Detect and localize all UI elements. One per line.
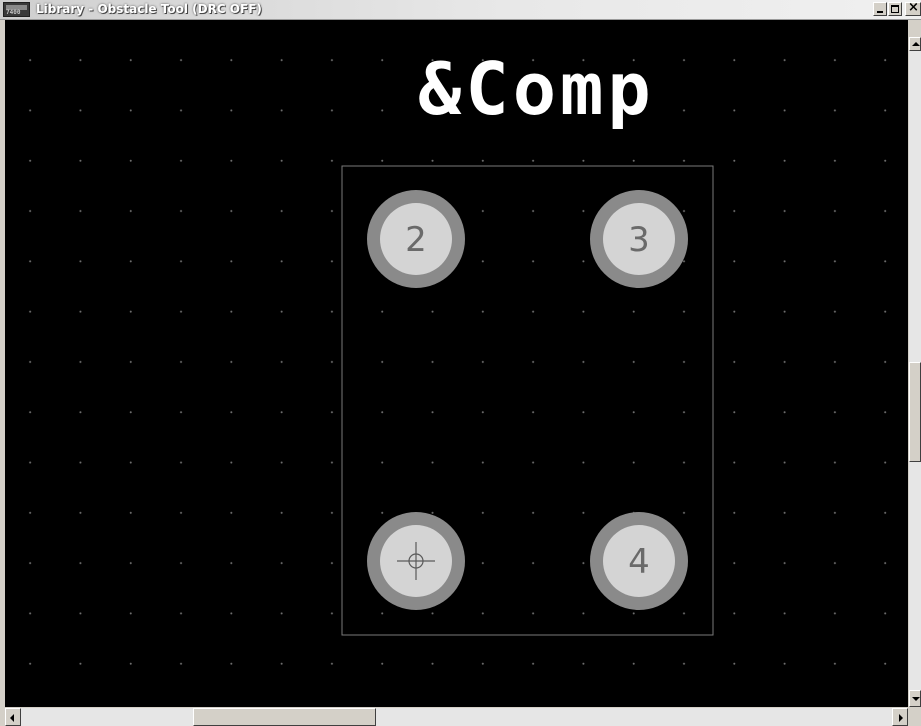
scroll-left-button[interactable] <box>5 708 21 726</box>
title-bar[interactable]: 7400 Library - Obstacle Tool (DRC OFF) × <box>0 0 921 20</box>
arrow-down-icon <box>912 697 920 701</box>
vertical-scroll-thumb[interactable] <box>909 362 921 462</box>
footprint-drawing: &Comp 2 3 4 <box>341 47 714 636</box>
scroll-right-button[interactable] <box>892 708 908 726</box>
pad-4[interactable]: 4 <box>590 512 688 610</box>
pad-2[interactable]: 2 <box>367 190 465 288</box>
layout-canvas[interactable]: &Comp 2 3 4 <box>5 20 908 707</box>
horizontal-scrollbar[interactable] <box>5 708 908 726</box>
scrollbar-corner <box>908 707 921 726</box>
horizontal-scroll-thumb[interactable] <box>193 708 376 726</box>
pad-1[interactable] <box>367 512 465 610</box>
ref-designator-text: &Comp <box>418 47 655 131</box>
scroll-down-button[interactable] <box>909 690 921 707</box>
app-icon-label: 7400 <box>6 9 21 16</box>
minimize-button[interactable] <box>873 2 887 16</box>
pad-3[interactable]: 3 <box>590 190 688 288</box>
arrow-up-icon <box>912 42 920 46</box>
arrow-left-icon <box>10 714 14 722</box>
maximize-button[interactable] <box>888 2 902 16</box>
window-title: Library - Obstacle Tool (DRC OFF) <box>36 2 262 16</box>
pad-label: 4 <box>628 542 650 582</box>
close-button[interactable]: × <box>905 0 921 16</box>
arrow-right-icon <box>899 714 903 722</box>
pad-label: 3 <box>628 220 650 260</box>
app-icon[interactable]: 7400 <box>3 2 30 17</box>
pad-label: 2 <box>405 220 427 260</box>
close-icon: × <box>908 0 919 15</box>
scroll-up-button[interactable] <box>909 37 921 51</box>
